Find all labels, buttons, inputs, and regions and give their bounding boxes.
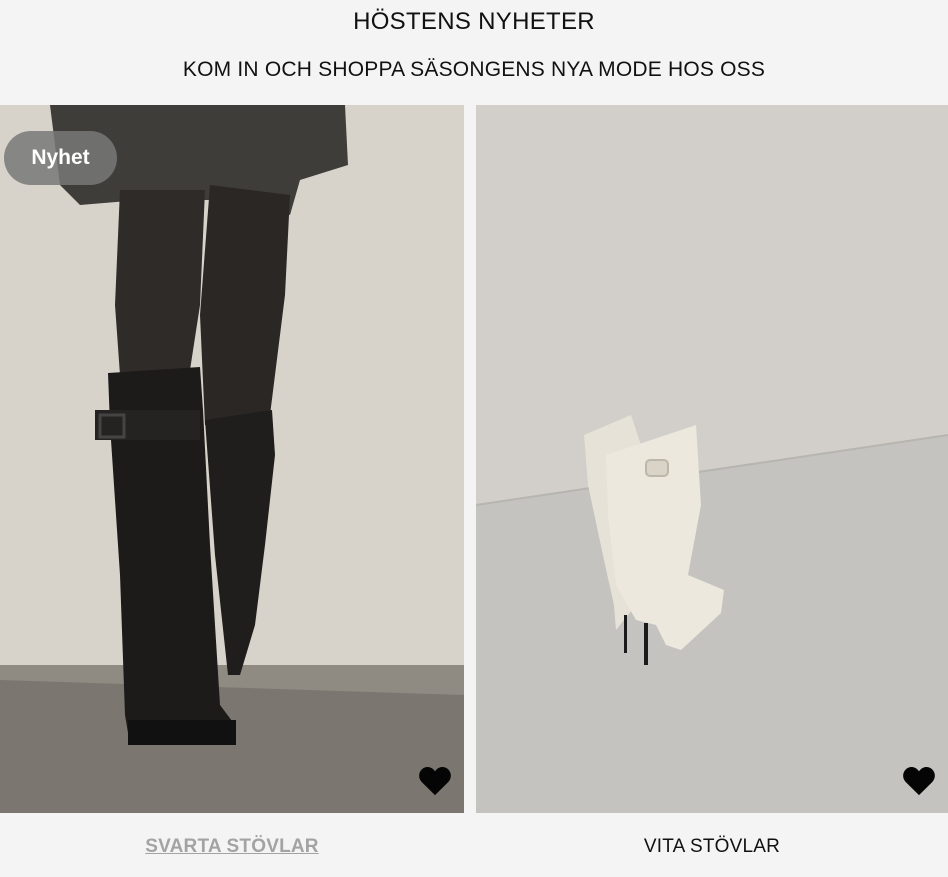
- page-subtitle: KOM IN OCH SHOPPA SÄSONGENS NYA MODE HOS…: [182, 58, 766, 81]
- new-badge: Nyhet: [4, 131, 117, 185]
- page-title: HÖSTENS NYHETER: [353, 8, 595, 35]
- product-card-white-boots[interactable]: [476, 105, 948, 813]
- product-image-white-boots[interactable]: [476, 105, 948, 813]
- product-card-black-boots[interactable]: Nyhet: [0, 105, 464, 813]
- heart-icon: [903, 767, 935, 796]
- heart-icon: [419, 767, 451, 796]
- favorite-button[interactable]: [902, 765, 936, 797]
- favorite-button[interactable]: [418, 765, 452, 797]
- product-link-white-boots[interactable]: VITA STÖVLAR: [476, 836, 948, 868]
- product-link-black-boots[interactable]: SVARTA STÖVLAR: [0, 836, 464, 868]
- page-header: HÖSTENS NYHETER KOM IN OCH SHOPPA SÄSONG…: [0, 0, 948, 105]
- product-image-black-boots[interactable]: [0, 105, 464, 813]
